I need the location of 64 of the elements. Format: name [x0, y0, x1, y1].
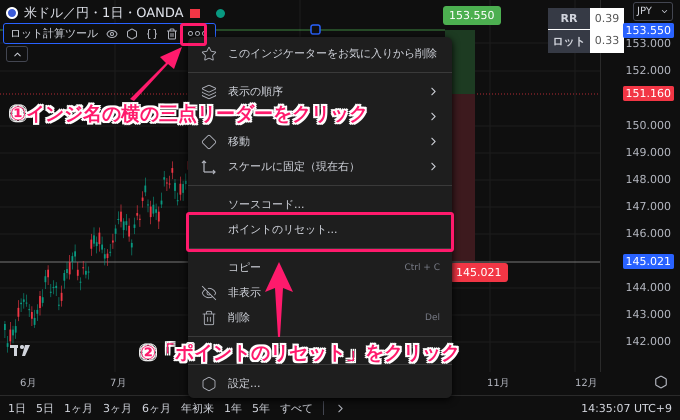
menu-item[interactable]: 削除 Del	[188, 305, 452, 330]
price-label: 149.000	[624, 145, 672, 160]
menu-item[interactable]: 表示の順序	[188, 79, 452, 104]
braces-icon[interactable]	[146, 28, 158, 40]
price-label: 142.000	[624, 334, 672, 349]
time-label: 7月	[110, 377, 126, 390]
time-label: 6月	[20, 377, 36, 390]
range-button[interactable]: 5日	[36, 400, 54, 416]
settings-icon[interactable]	[126, 28, 138, 40]
price-label: 152.000	[624, 63, 672, 78]
range-button[interactable]: 1年	[224, 400, 242, 416]
price-label: 153.000	[624, 36, 672, 51]
trash-icon	[201, 310, 217, 326]
price-label: 143.000	[624, 307, 672, 322]
time-label: 11月	[487, 377, 510, 390]
range-button[interactable]: 3ヶ月	[103, 400, 132, 416]
price-label: 144.000	[624, 280, 672, 295]
symbol-title: 米ドル／円・1日・OANDA	[24, 5, 184, 22]
layers-icon	[201, 84, 217, 100]
corner-arrows-icon	[201, 158, 217, 174]
clock: 14:35:07 UTC+9	[581, 402, 672, 414]
price-tag: 153.550	[622, 23, 674, 38]
settings-icon	[201, 376, 217, 392]
trash-icon[interactable]	[166, 28, 178, 40]
menu-item[interactable]: コピー Ctrl + C	[188, 255, 452, 280]
star-icon	[201, 46, 217, 62]
range-button[interactable]: 6ヶ月	[142, 400, 171, 416]
eye-icon[interactable]	[106, 28, 118, 40]
eye-off-icon	[201, 284, 217, 300]
menu-item[interactable]: 移動	[188, 129, 452, 154]
table-header-cell: ロット	[548, 30, 590, 53]
price-tag: 151.160	[622, 86, 674, 101]
price-label: 146.000	[624, 226, 672, 241]
range-button[interactable]: すべて	[280, 400, 313, 416]
table-header-cell: RR	[548, 8, 590, 29]
price-label: 148.000	[624, 172, 672, 187]
handle-square[interactable]	[310, 24, 321, 35]
annotation-text: ①インジ名の横の三点リーダーをクリック	[10, 102, 368, 127]
range-button[interactable]: 1ヶ月	[64, 400, 93, 416]
price-label: 150.000	[624, 118, 672, 133]
menu-item[interactable]: ソースコード...	[188, 192, 452, 217]
price-tag: 145.021	[622, 254, 674, 269]
chevron-down-icon	[660, 7, 669, 16]
annotation-text: ②「ポイントのリセット」をクリック	[140, 341, 460, 366]
price-label: 147.000	[624, 199, 672, 214]
logo-icon	[10, 345, 30, 356]
range-button[interactable]: 年初来	[181, 400, 214, 416]
collapse-button[interactable]	[6, 46, 28, 62]
menu-item[interactable]: このインジケーターをお気に入りから削除	[188, 41, 452, 66]
menu-item[interactable]: スケールに固定（現在右）	[188, 154, 452, 179]
diamond-icon	[201, 134, 217, 150]
time-label: 12月	[575, 377, 598, 390]
currency-select[interactable]: JPY	[633, 2, 673, 21]
range-button[interactable]: 5年	[252, 400, 270, 416]
highlight-frame	[180, 23, 207, 46]
menu-item[interactable]: 非表示	[188, 280, 452, 305]
range-button[interactable]: 1日	[8, 400, 26, 416]
menu-item[interactable]: 設定...	[188, 371, 452, 396]
status-dot	[216, 8, 225, 18]
price-tag: 153.550	[443, 6, 500, 25]
price-tag: 145.021	[450, 263, 508, 282]
settings-icon[interactable]	[654, 375, 668, 389]
indicator-name: ロット計算ツール	[10, 26, 98, 41]
menu-item[interactable]: ポイントのリセット...	[188, 217, 452, 242]
